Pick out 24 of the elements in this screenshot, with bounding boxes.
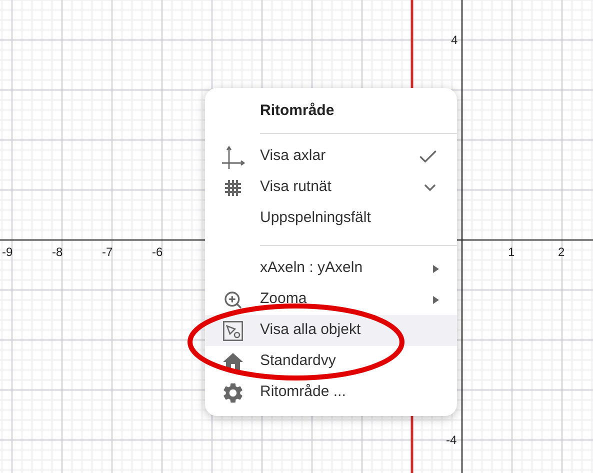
- show-all-objects-icon: [222, 320, 242, 340]
- tick-label: -7: [102, 246, 113, 258]
- tick-label: -8: [52, 246, 63, 258]
- menu-item[interactable]: Visa axlar: [205, 141, 457, 172]
- menu-item[interactable]: Zooma: [205, 284, 457, 315]
- tick-label: -6: [152, 246, 163, 258]
- tick-label: -4: [446, 434, 457, 446]
- menu-item[interactable]: Standardvy: [205, 346, 457, 377]
- zoom-icon: [222, 290, 242, 310]
- tick-label: -9: [2, 246, 13, 258]
- menu-item[interactable]: Ritområde ...: [205, 377, 457, 408]
- tick-label: 2: [558, 246, 565, 258]
- menu-item[interactable]: Visa rutnät: [205, 172, 457, 203]
- menu-item[interactable]: xAxeln : yAxeln: [205, 253, 457, 284]
- menu-title: Ritområde: [260, 101, 336, 121]
- tick-label: 4: [451, 34, 458, 46]
- axes-icon: [220, 144, 244, 168]
- tick-label: 1: [508, 246, 515, 258]
- settings-icon: [220, 380, 244, 404]
- grid-icon: [224, 178, 242, 196]
- menu-item[interactable]: Uppspelningsfält: [205, 203, 457, 234]
- submenu-arrow-icon: [433, 296, 439, 304]
- submenu-arrow-icon: [433, 264, 439, 272]
- menu-item[interactable]: Visa alla objekt: [205, 315, 457, 346]
